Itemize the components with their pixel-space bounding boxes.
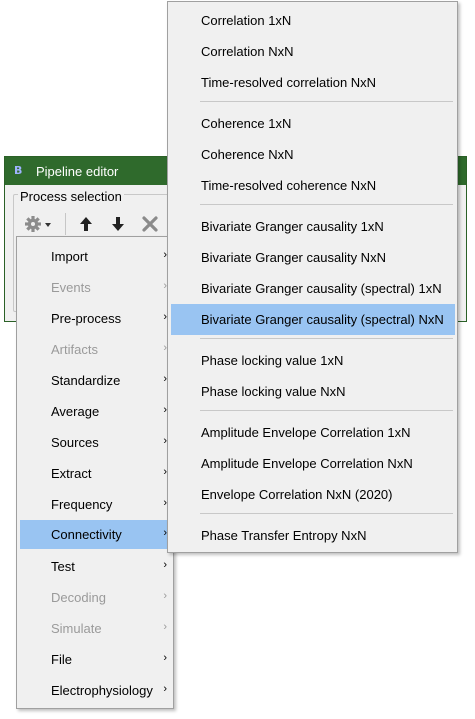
move-down-button[interactable]: [107, 211, 129, 237]
submenu-item-phase-transfer-entropy-nxn[interactable]: Phase Transfer Entropy NxN: [171, 520, 455, 551]
menu-item-simulate: Simulate ›: [20, 614, 170, 643]
submenu-item-label: Phase locking value NxN: [201, 384, 346, 399]
menu-item-test[interactable]: Test ›: [20, 552, 170, 581]
menu-separator: [200, 204, 453, 205]
menu-item-label: Artifacts: [51, 342, 98, 357]
menu-separator: [200, 338, 453, 339]
process-selection-label: Process selection: [18, 189, 124, 204]
toolbar-divider: [65, 213, 66, 235]
menu-item-label: File: [51, 652, 72, 667]
menu-item-label: Simulate: [51, 621, 102, 636]
menu-item-events: Events ›: [20, 273, 170, 302]
submenu-item-label: Amplitude Envelope Correlation 1xN: [201, 425, 411, 440]
menu-item-electrophysiology[interactable]: Electrophysiology ›: [20, 676, 170, 705]
submenu-item-label: Envelope Correlation NxN (2020): [201, 487, 393, 502]
delete-icon: [142, 216, 158, 232]
submenu-item-label: Bivariate Granger causality 1xN: [201, 219, 384, 234]
menu-item-file[interactable]: File ›: [20, 645, 170, 674]
submenu-item-correlation-1xn[interactable]: Correlation 1xN: [171, 5, 455, 36]
submenu-item-correlation-nxn[interactable]: Correlation NxN: [171, 36, 455, 67]
move-up-button[interactable]: [75, 211, 97, 237]
submenu-item-phase-locking-value-1xn[interactable]: Phase locking value 1xN: [171, 345, 455, 376]
menu-separator: [200, 410, 453, 411]
move-down-icon: [112, 217, 124, 231]
submenu-arrow-icon: ›: [163, 683, 167, 695]
submenu-item-label: Bivariate Granger causality (spectral) 1…: [201, 281, 442, 296]
submenu-item-amplitude-envelope-correlation-nxn[interactable]: Amplitude Envelope Correlation NxN: [171, 448, 455, 479]
submenu-item-label: Phase locking value 1xN: [201, 353, 344, 368]
submenu-arrow-icon: ›: [163, 652, 167, 664]
menu-item-connectivity[interactable]: Connectivity ›: [20, 520, 170, 549]
menu-item-label: Average: [51, 404, 100, 419]
menu-item-sources[interactable]: Sources ›: [20, 428, 170, 457]
menu-item-label: Connectivity: [51, 527, 122, 542]
window-title: Pipeline editor: [36, 164, 119, 179]
menu-item-label: Sources: [51, 435, 99, 450]
submenu-item-coherence-1xn[interactable]: Coherence 1xN: [171, 108, 455, 139]
menu-item-decoding: Decoding ›: [20, 583, 170, 612]
process-toolbar: [19, 211, 179, 237]
menu-item-average[interactable]: Average ›: [20, 397, 170, 426]
submenu-item-amplitude-envelope-correlation-1xn[interactable]: Amplitude Envelope Correlation 1xN: [171, 417, 455, 448]
submenu-item-label: Bivariate Granger causality NxN: [201, 250, 386, 265]
menu-item-label: Electrophysiology: [51, 683, 153, 698]
submenu-item-bivariate-granger-causality-spectral-1xn[interactable]: Bivariate Granger causality (spectral) 1…: [171, 273, 455, 304]
menu-item-artifacts: Artifacts ›: [20, 335, 170, 364]
menu-separator: [200, 101, 453, 102]
menu-item-label: Pre-process: [51, 311, 122, 326]
move-up-icon: [80, 217, 92, 231]
submenu-item-bivariate-granger-causality-nxn[interactable]: Bivariate Granger causality NxN: [171, 242, 455, 273]
brainstorm-logo-icon: B: [14, 164, 22, 177]
chevron-down-icon: [45, 223, 51, 227]
menu-item-label: Test: [51, 559, 75, 574]
menu-item-label: Standardize: [51, 373, 121, 388]
submenu-item-label: Time-resolved coherence NxN: [201, 178, 377, 193]
gear-icon: [25, 216, 51, 232]
submenu-item-label: Coherence NxN: [201, 147, 294, 162]
submenu-item-bivariate-granger-causality-spectral-nxn[interactable]: Bivariate Granger causality (spectral) N…: [171, 304, 455, 335]
submenu-arrow-icon: ›: [163, 590, 167, 602]
menu-item-label: Import: [51, 249, 88, 264]
submenu-item-bivariate-granger-causality-1xn[interactable]: Bivariate Granger causality 1xN: [171, 211, 455, 242]
process-category-menu: Import › Events › Pre-process › Artifacts › Stan…: [16, 236, 174, 709]
submenu-item-time-resolved-correlation-nxn[interactable]: Time-resolved correlation NxN: [171, 67, 455, 98]
menu-item-standardize[interactable]: Standardize ›: [20, 366, 170, 395]
menu-item-import[interactable]: Import ›: [20, 242, 170, 271]
submenu-item-label: Phase Transfer Entropy NxN: [201, 528, 367, 543]
menu-item-frequency[interactable]: Frequency ›: [20, 490, 170, 519]
menu-item-pre-process[interactable]: Pre-process ›: [20, 304, 170, 333]
submenu-item-label: Correlation NxN: [201, 44, 294, 59]
submenu-item-label: Coherence 1xN: [201, 116, 292, 131]
menu-item-label: Extract: [51, 466, 92, 481]
submenu-item-label: Correlation 1xN: [201, 13, 292, 28]
delete-button[interactable]: [137, 211, 163, 237]
menu-item-extract[interactable]: Extract ›: [20, 459, 170, 488]
submenu-item-phase-locking-value-nxn[interactable]: Phase locking value NxN: [171, 376, 455, 407]
submenu-arrow-icon: ›: [163, 621, 167, 633]
menu-separator: [200, 513, 453, 514]
submenu-item-label: Amplitude Envelope Correlation NxN: [201, 456, 413, 471]
menu-item-label: Events: [51, 280, 91, 295]
submenu-item-label: Time-resolved correlation NxN: [201, 75, 377, 90]
add-process-button[interactable]: [21, 211, 55, 237]
submenu-arrow-icon: ›: [163, 559, 167, 571]
submenu-item-envelope-correlation-nxn-2020[interactable]: Envelope Correlation NxN (2020): [171, 479, 455, 510]
submenu-item-time-resolved-coherence-nxn[interactable]: Time-resolved coherence NxN: [171, 170, 455, 201]
connectivity-submenu: Correlation 1xN Correlation NxN Time-resol…: [167, 1, 458, 553]
submenu-item-coherence-nxn[interactable]: Coherence NxN: [171, 139, 455, 170]
menu-item-label: Decoding: [51, 590, 106, 605]
menu-item-label: Frequency: [51, 497, 113, 512]
submenu-item-label: Bivariate Granger causality (spectral) N…: [201, 312, 444, 327]
